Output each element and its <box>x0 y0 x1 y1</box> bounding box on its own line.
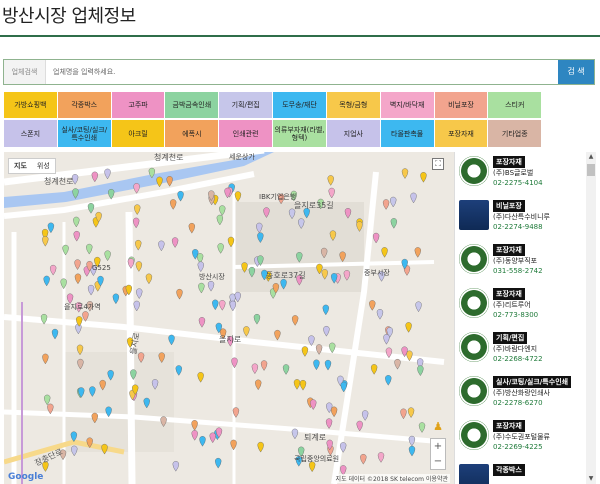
business-category: 포장자재 <box>493 244 525 256</box>
scroll-down-icon[interactable]: ▼ <box>587 475 595 483</box>
list-item[interactable]: 각종박스 <box>455 460 585 484</box>
business-logo <box>459 156 489 186</box>
page-title: 방산시장 업체정보 <box>2 6 136 27</box>
business-logo <box>459 376 489 406</box>
category-button[interactable]: 에폭시 <box>165 120 219 147</box>
business-phone: 02-2278-6270 <box>493 399 543 407</box>
business-name: (주)동양부직포 <box>493 257 538 265</box>
list-item[interactable]: 비닐포장 (주)다산특수비니루 02-2274-9488 <box>455 196 585 240</box>
map-view[interactable]: 지도 위성 ⛶ 청계천로 청계천로 을지로35길 동호로37길 을지로 을지로 … <box>4 152 454 484</box>
business-category: 각종박스 <box>493 464 525 476</box>
business-name: (주)BS글로벌 <box>493 169 534 177</box>
category-button[interactable]: 아크릴 <box>111 120 165 147</box>
title-divider <box>0 35 600 37</box>
list-scrollbar[interactable]: ▲ ▼ <box>586 152 596 484</box>
business-photo <box>459 464 489 484</box>
category-button[interactable]: 실사/코팅/실크/특수인쇄 <box>57 120 111 147</box>
category-button[interactable]: 스티커 <box>488 92 542 118</box>
business-category: 포장자재 <box>493 288 525 300</box>
list-item[interactable]: 실사/코팅/실크/특수인쇄 (주)방산화랑인쇄사 02-2278-6270 <box>455 372 585 416</box>
category-button[interactable]: 비닐포장 <box>434 92 488 118</box>
map-type-map[interactable]: 지도 <box>9 159 32 173</box>
map-place-label: 을지로4가역 <box>64 303 101 311</box>
business-phone: 02-2269-4225 <box>493 443 543 451</box>
business-logo <box>459 332 489 362</box>
street-view-icon[interactable]: ♟ <box>433 420 443 434</box>
category-button[interactable]: 고주파 <box>111 92 165 118</box>
map-place-label: 방산시장 <box>199 273 225 281</box>
category-button[interactable]: 기타업종 <box>488 120 542 147</box>
scrollbar-thumb[interactable] <box>587 164 595 176</box>
business-name: (주)방산화랑인쇄사 <box>493 389 550 397</box>
business-phone: 02-2268-4722 <box>493 355 543 363</box>
business-name: (주)리트루어 <box>493 301 531 309</box>
category-button-empty <box>542 92 595 118</box>
business-logo <box>459 420 489 450</box>
map-road-label: 청계천로 <box>44 177 74 186</box>
category-button[interactable]: 의류부자재(라벨,형텍) <box>273 120 326 147</box>
list-item[interactable]: 포장자재 (주)수도권포털물류 02-2269-4225 <box>455 416 585 460</box>
map-place-label: 중부시장 <box>364 269 390 277</box>
zoom-out-icon[interactable]: − <box>431 454 445 469</box>
category-button-empty <box>542 120 595 147</box>
category-button[interactable]: 인쇄관련 <box>219 120 273 147</box>
map-road-label: 청계천로 <box>154 153 184 162</box>
map-place-label: IBK기업은행 <box>259 193 297 201</box>
list-item[interactable]: 포장자재 (주)BS글로벌 02-2275-4104 <box>455 152 585 196</box>
category-button[interactable]: 벽지/바닥재 <box>380 92 434 118</box>
map-place-label: G525 <box>92 264 111 272</box>
business-phone: 031-558-2742 <box>493 267 543 275</box>
map-canvas <box>4 152 454 484</box>
search-input[interactable] <box>48 61 558 83</box>
business-list[interactable]: 포장자재 (주)BS글로벌 02-2275-4104 비닐포장 (주)다산특수비… <box>454 152 596 484</box>
business-photo <box>459 200 489 230</box>
business-logo <box>459 288 489 318</box>
category-button[interactable]: 목형/금형 <box>326 92 380 118</box>
category-button[interactable]: 기획/편집 <box>219 92 273 118</box>
business-category: 비닐포장 <box>493 200 525 212</box>
category-button[interactable]: 가방쇼핑백 <box>4 92 57 118</box>
business-name: (주)바람다엔지 <box>493 345 538 353</box>
business-category: 기획/편집 <box>493 332 528 344</box>
map-place-label: 세운상가 <box>229 153 255 161</box>
map-credit[interactable]: 지도 데이터 ©2018 SK telecom 이용약관 <box>333 474 450 483</box>
category-button[interactable]: 금박금속인쇄 <box>165 92 219 118</box>
zoom-control[interactable]: + − <box>430 438 446 470</box>
list-item[interactable]: 기획/편집 (주)바람다엔지 02-2268-4722 <box>455 328 585 372</box>
business-logo <box>459 244 489 274</box>
business-phone: 02-2275-4104 <box>493 179 543 187</box>
map-place-label: 국립중앙의료원 <box>294 455 340 463</box>
category-button[interactable]: 각종박스 <box>57 92 111 118</box>
category-button[interactable]: 포장자재 <box>434 120 488 147</box>
google-logo: Google <box>8 472 44 482</box>
map-road-label: 퇴계로 <box>304 433 327 442</box>
list-item[interactable]: 포장자재 (주)리트루어 02-773-8300 <box>455 284 585 328</box>
map-road-label: 을지로35길 <box>294 201 334 210</box>
business-phone: 02-2274-9488 <box>493 223 543 231</box>
business-name: (주)다산특수비니루 <box>493 213 550 221</box>
map-type-toggle: 지도 위성 <box>8 158 56 174</box>
business-name: (주)수도권포털물류 <box>493 433 550 441</box>
map-road-label: 동호로37길 <box>266 271 306 280</box>
business-category: 실사/코팅/실크/특수인쇄 <box>493 376 572 388</box>
business-category: 포장자재 <box>493 156 525 168</box>
map-road-label: 을지로 <box>219 335 242 344</box>
scroll-up-icon[interactable]: ▲ <box>587 153 595 161</box>
fullscreen-icon[interactable]: ⛶ <box>432 158 444 170</box>
category-button[interactable]: 도무송/재단 <box>273 92 326 118</box>
zoom-in-icon[interactable]: + <box>431 439 445 454</box>
category-button[interactable]: 타올판촉물 <box>380 120 434 147</box>
list-item[interactable]: 포장자재 (주)동양부직포 031-558-2742 <box>455 240 585 284</box>
category-button[interactable]: 지업사 <box>326 120 380 147</box>
category-grid: 가방쇼핑백 각종박스 고주파 금박금속인쇄 기획/편집 도무송/재단 목형/금형… <box>4 92 595 149</box>
category-button[interactable]: 스폰지 <box>4 120 57 147</box>
business-category: 포장자재 <box>493 420 525 432</box>
search-bar: 업체검색 검 색 <box>3 59 595 85</box>
business-phone: 02-773-8300 <box>493 311 539 319</box>
map-type-satellite[interactable]: 위성 <box>32 159 55 173</box>
search-label: 업체검색 <box>4 60 46 84</box>
search-button[interactable]: 검 색 <box>558 60 594 84</box>
